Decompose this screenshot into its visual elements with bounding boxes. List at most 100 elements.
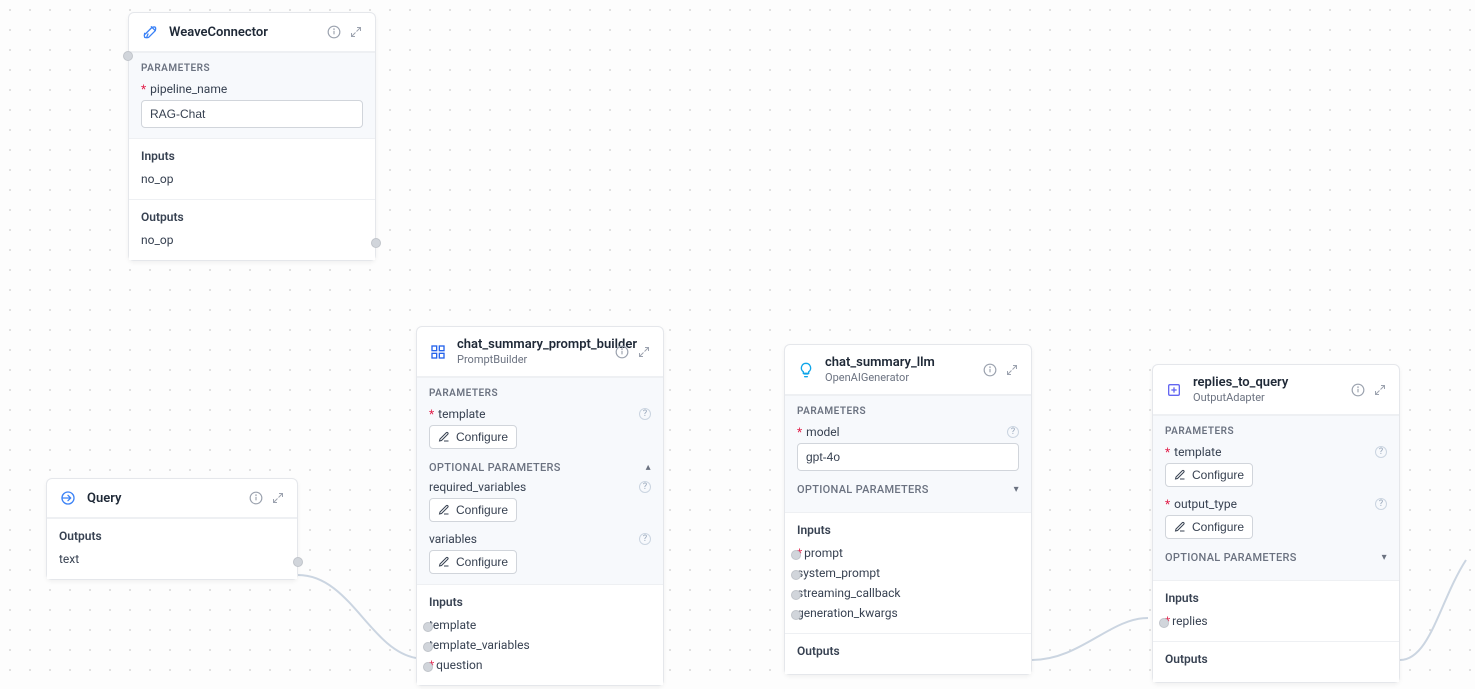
- inputs-section: Inputs prompt system_prompt streaming_ca…: [785, 512, 1031, 633]
- param-label-text: template: [1174, 445, 1221, 459]
- input-port[interactable]: [791, 570, 801, 580]
- node-header: chat_summary_llm OpenAIGenerator: [785, 345, 1031, 395]
- input-port[interactable]: [423, 622, 433, 632]
- section-title-parameters: PARAMETERS: [141, 63, 363, 74]
- help-icon[interactable]: ?: [1375, 498, 1387, 510]
- outputs-title: Outputs: [141, 210, 363, 224]
- input-item: prompt: [797, 543, 1017, 563]
- output-port[interactable]: [371, 238, 381, 248]
- node-header-controls: [327, 25, 363, 39]
- help-icon[interactable]: ?: [1007, 426, 1019, 438]
- section-title-parameters: PARAMETERS: [797, 406, 1019, 417]
- inputs-title: Inputs: [429, 595, 651, 609]
- input-item: question: [429, 655, 649, 675]
- parameters-section: PARAMETERS *template ? Configure *output…: [1153, 415, 1399, 580]
- outputs-section: Outputs no_op: [129, 199, 375, 260]
- lightbulb-icon: [797, 361, 815, 379]
- info-icon[interactable]: [327, 25, 341, 39]
- input-port[interactable]: [123, 51, 133, 61]
- param-pipeline-name: *pipeline_name: [141, 82, 363, 128]
- parameters-section: PARAMETERS *pipeline_name: [129, 52, 375, 138]
- input-port[interactable]: [423, 662, 433, 672]
- help-icon[interactable]: ?: [639, 533, 651, 545]
- param-label-text: required_variables: [429, 480, 526, 494]
- node-header-controls: [983, 363, 1019, 377]
- configure-button[interactable]: Configure: [429, 498, 517, 522]
- optional-params-label: OPTIONAL PARAMETERS: [1165, 551, 1297, 564]
- configure-label: Configure: [1192, 520, 1244, 534]
- section-title-parameters: PARAMETERS: [429, 388, 651, 399]
- node-title: chat_summary_llm: [825, 355, 983, 370]
- node-subtitle: OpenAIGenerator: [825, 371, 983, 384]
- input-port[interactable]: [423, 642, 433, 652]
- inputs-section: Inputs template template_variables quest…: [417, 584, 663, 685]
- node-prompt-builder[interactable]: chat_summary_prompt_builder PromptBuilde…: [416, 326, 664, 686]
- node-header: WeaveConnector: [129, 13, 375, 52]
- help-icon[interactable]: ?: [1375, 446, 1387, 458]
- outputs-title: Outputs: [59, 529, 285, 543]
- input-port[interactable]: [791, 590, 801, 600]
- outputs-section: Outputs text: [47, 518, 297, 579]
- info-icon[interactable]: [1351, 383, 1365, 397]
- configure-button[interactable]: Configure: [1165, 515, 1253, 539]
- parameters-section: PARAMETERS *model ? OPTIONAL PARAMETERS …: [785, 395, 1031, 512]
- output-item: text: [59, 549, 285, 569]
- node-llm[interactable]: chat_summary_llm OpenAIGenerator PARAMET…: [784, 344, 1032, 675]
- parameters-section: PARAMETERS *template ? Configure OPTIONA…: [417, 377, 663, 584]
- input-port[interactable]: [791, 610, 801, 620]
- outputs-section: Outputs: [785, 633, 1031, 674]
- input-icon: [59, 489, 77, 507]
- info-icon[interactable]: [615, 345, 629, 359]
- canvas[interactable]: WeaveConnector PARAMETERS *pipeline_name…: [0, 0, 1475, 689]
- node-query[interactable]: Query Outputs text: [46, 478, 298, 580]
- input-port[interactable]: [1159, 618, 1169, 628]
- node-header: replies_to_query OutputAdapter: [1153, 365, 1399, 415]
- section-title-parameters: PARAMETERS: [1165, 426, 1387, 437]
- param-label: *model ?: [797, 425, 1019, 439]
- param-required-variables: required_variables ? Configure: [429, 480, 651, 522]
- expand-icon[interactable]: [271, 491, 285, 505]
- output-port[interactable]: [293, 557, 303, 567]
- optional-parameters-toggle[interactable]: OPTIONAL PARAMETERS ▾: [1165, 549, 1387, 570]
- info-icon[interactable]: [249, 491, 263, 505]
- param-label: required_variables ?: [429, 480, 651, 494]
- param-label-text: output_type: [1174, 497, 1237, 511]
- configure-label: Configure: [456, 430, 508, 444]
- help-icon[interactable]: ?: [639, 408, 651, 420]
- configure-button[interactable]: Configure: [429, 550, 517, 574]
- adapter-icon: [1165, 381, 1183, 399]
- model-input[interactable]: [797, 443, 1019, 471]
- expand-icon[interactable]: [1373, 383, 1387, 397]
- configure-button[interactable]: Configure: [1165, 463, 1253, 487]
- node-header: chat_summary_prompt_builder PromptBuilde…: [417, 327, 663, 377]
- expand-icon[interactable]: [349, 25, 363, 39]
- node-output-adapter[interactable]: replies_to_query OutputAdapter PARAMETER…: [1152, 364, 1400, 683]
- node-header-controls: [1351, 383, 1387, 397]
- pipeline-name-input[interactable]: [141, 100, 363, 128]
- expand-icon[interactable]: [637, 345, 651, 359]
- param-model: *model ?: [797, 425, 1019, 471]
- template-icon: [429, 343, 447, 361]
- node-weave-connector[interactable]: WeaveConnector PARAMETERS *pipeline_name…: [128, 12, 376, 261]
- configure-label: Configure: [456, 555, 508, 569]
- input-item: replies: [1165, 611, 1385, 631]
- node-title: replies_to_query: [1193, 375, 1351, 390]
- info-icon[interactable]: [983, 363, 997, 377]
- param-variables: variables ? Configure: [429, 532, 651, 574]
- optional-parameters-toggle[interactable]: OPTIONAL PARAMETERS ▾: [797, 481, 1019, 502]
- optional-parameters-toggle[interactable]: OPTIONAL PARAMETERS ▴: [429, 459, 651, 480]
- configure-label: Configure: [456, 503, 508, 517]
- param-label: *pipeline_name: [141, 82, 363, 96]
- node-title: WeaveConnector: [169, 25, 327, 40]
- configure-button[interactable]: Configure: [429, 425, 517, 449]
- rocket-icon: [141, 23, 159, 41]
- param-label-text: template: [438, 407, 485, 421]
- node-header: Query: [47, 479, 297, 518]
- param-label: *template ?: [429, 407, 651, 421]
- input-port[interactable]: [791, 550, 801, 560]
- expand-icon[interactable]: [1005, 363, 1019, 377]
- outputs-section: Outputs: [1153, 641, 1399, 682]
- input-item: template: [429, 615, 651, 635]
- help-icon[interactable]: ?: [639, 481, 651, 493]
- optional-params-label: OPTIONAL PARAMETERS: [429, 461, 561, 474]
